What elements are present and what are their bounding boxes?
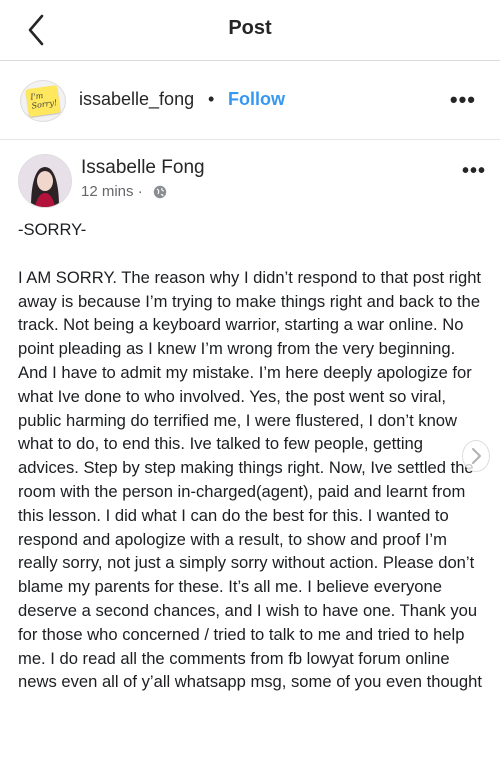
author-avatar: [18, 154, 72, 208]
next-chevron-icon[interactable]: [462, 440, 490, 472]
post-heading: -SORRY-: [18, 220, 87, 239]
globe-icon: [153, 185, 167, 199]
post-header: I'm Sorry! issabelle_fong • Follow •••: [0, 61, 500, 140]
screenshot-post: Issabelle Fong 12 mins · ••• -SORRY- I A…: [0, 140, 500, 782]
author-name[interactable]: Issabelle Fong: [81, 157, 205, 179]
page-title: Post: [228, 17, 272, 39]
post-more-icon[interactable]: •••: [462, 160, 486, 183]
poster-username[interactable]: issabelle_fong: [79, 89, 194, 110]
follow-button[interactable]: Follow: [228, 89, 285, 110]
separator-dot: •: [208, 89, 215, 109]
post-time: 12 mins ·: [81, 183, 143, 200]
author-portrait-image: [19, 155, 71, 207]
more-options-icon[interactable]: •••: [450, 87, 476, 113]
post-text: I AM SORRY. The reason why I didn’t resp…: [18, 267, 482, 692]
poster-avatar[interactable]: I'm Sorry!: [20, 80, 66, 122]
top-bar: Post: [0, 0, 500, 61]
post-body: -SORRY- I AM SORRY. The reason why I did…: [18, 218, 488, 694]
sorry-note-image: I'm Sorry!: [25, 84, 61, 118]
